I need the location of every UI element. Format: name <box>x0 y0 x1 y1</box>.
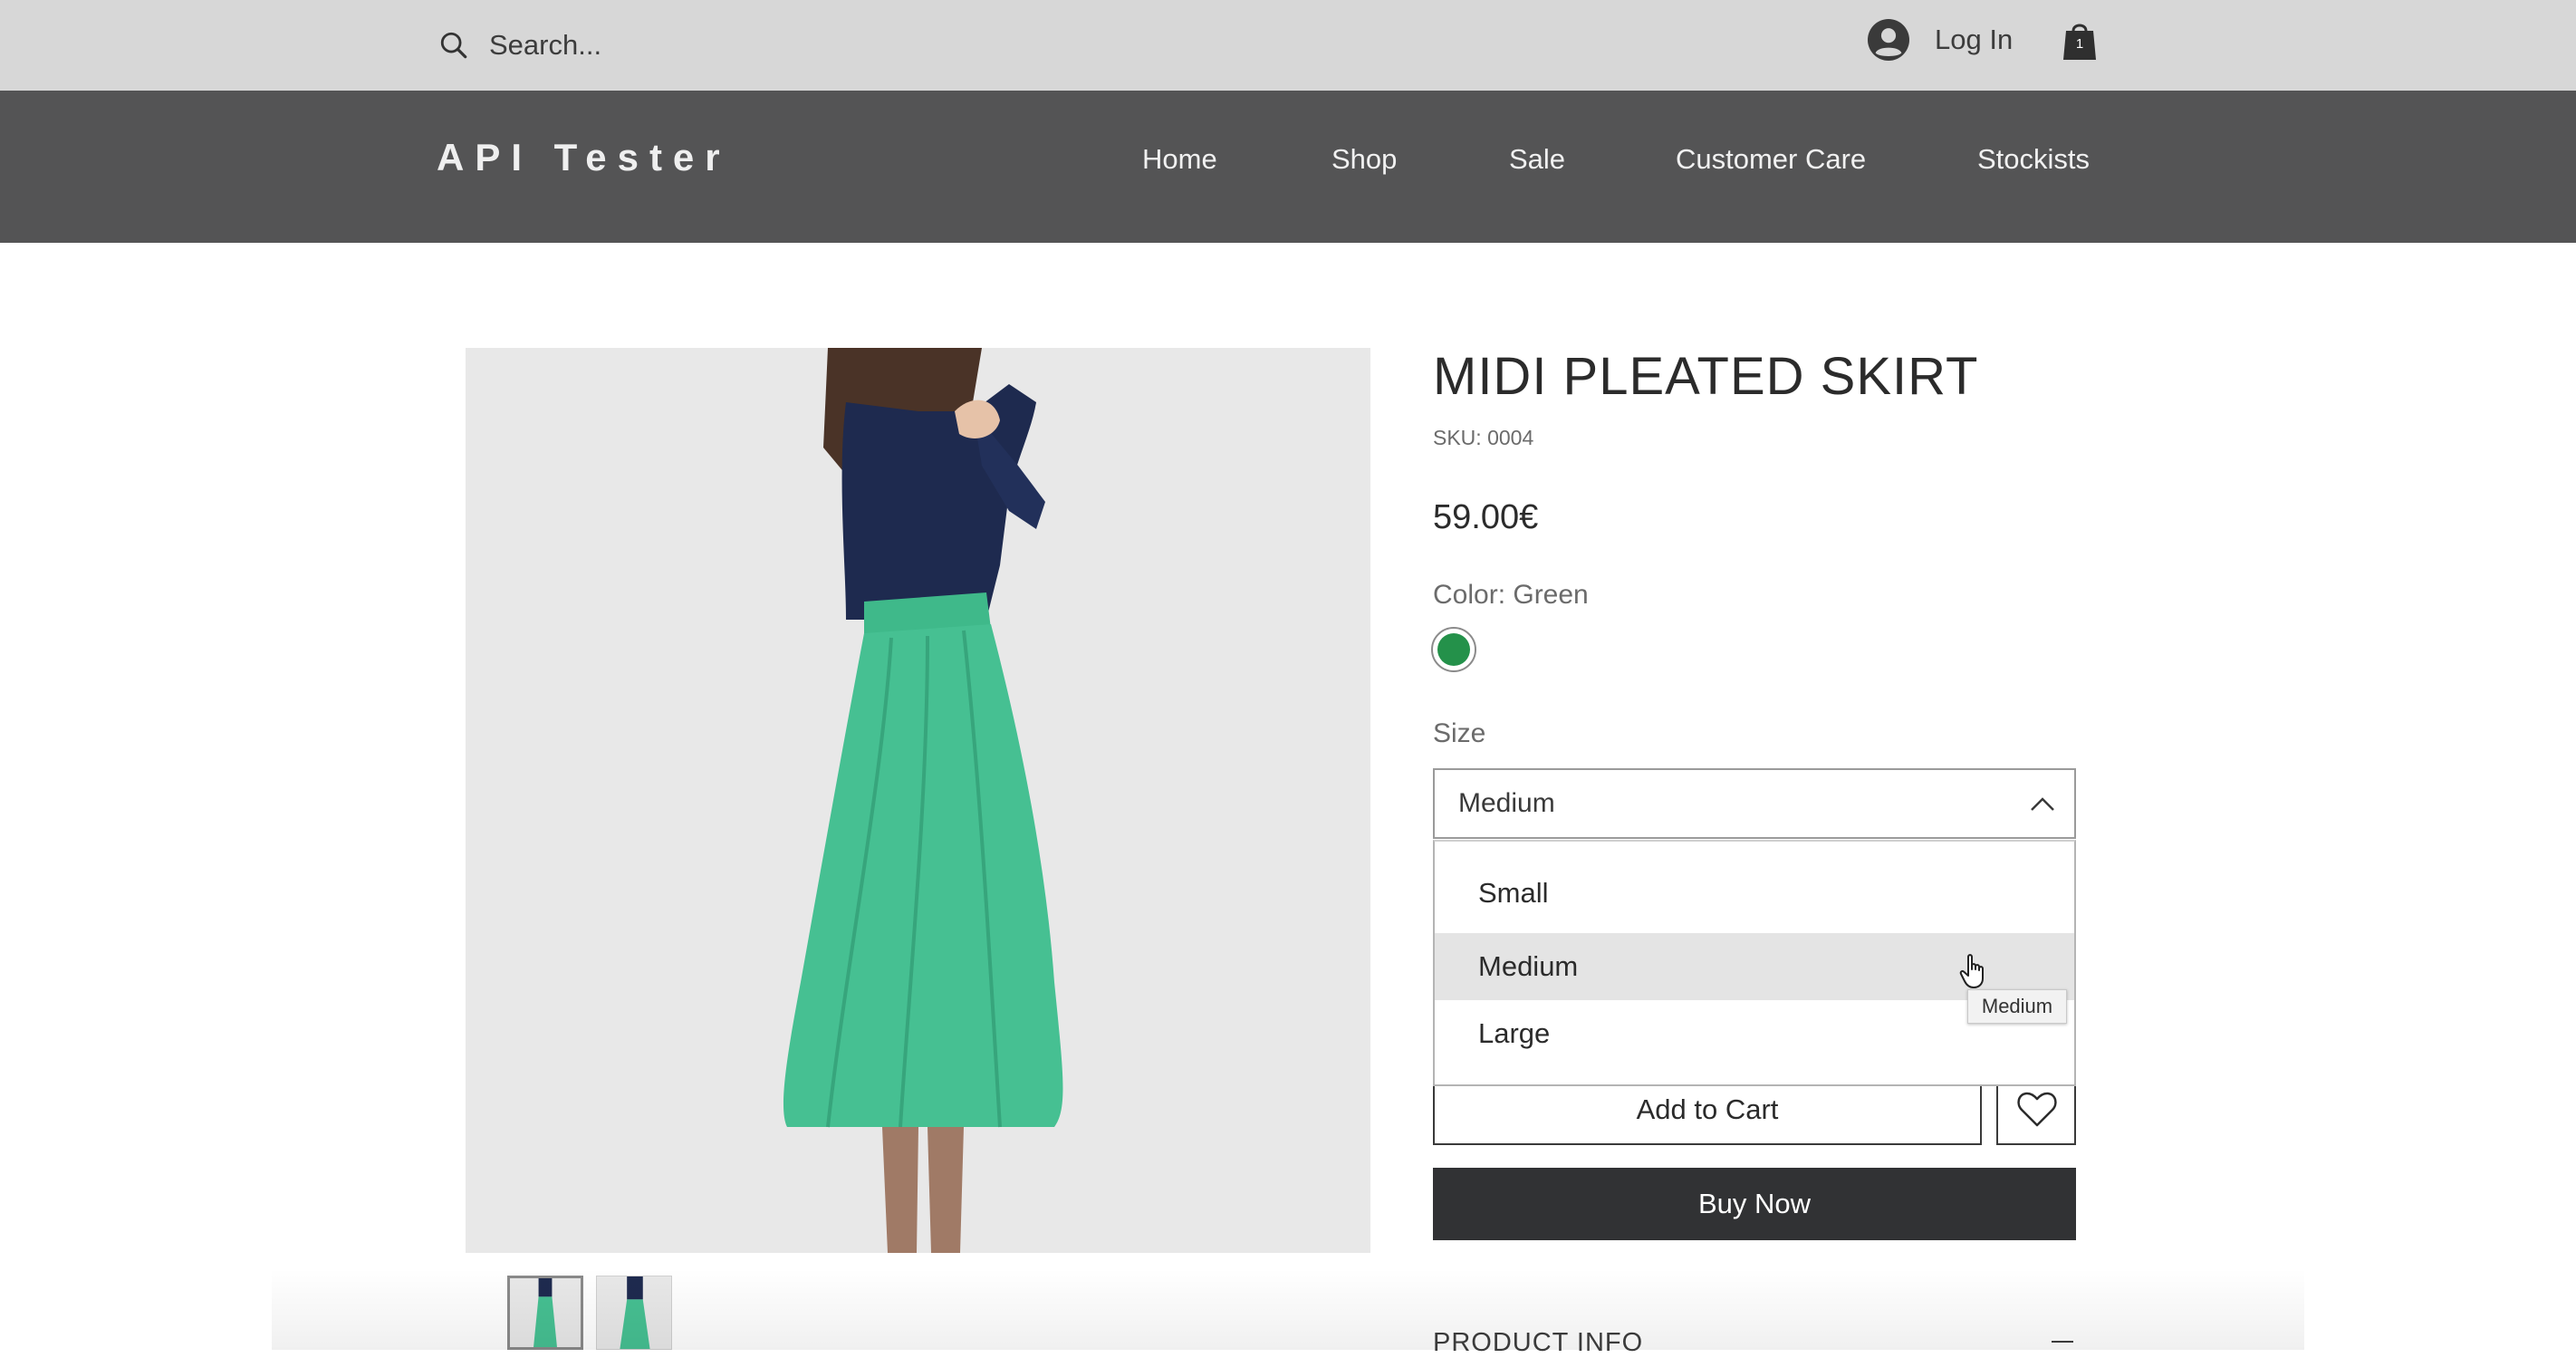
product-thumbnail-1[interactable] <box>507 1276 583 1350</box>
minus-icon[interactable] <box>2052 1341 2073 1343</box>
thumbnail-image <box>597 1276 671 1349</box>
size-option-small[interactable]: Small <box>1435 860 2074 927</box>
size-select[interactable]: Medium <box>1433 768 2076 839</box>
main-navigation: API Tester Home Shop Sale Customer Care … <box>0 91 2576 243</box>
nav-item-customer-care[interactable]: Customer Care <box>1676 143 1866 176</box>
size-label: Size <box>1433 718 1486 748</box>
wishlist-button[interactable] <box>1996 1080 2076 1145</box>
color-label: Color: Green <box>1433 580 1589 610</box>
cart-count-badge: 1 <box>2075 36 2084 52</box>
search-input[interactable]: Search... <box>489 29 601 62</box>
color-swatch-green[interactable] <box>1431 627 1476 672</box>
nav-item-home[interactable]: Home <box>1142 143 1217 176</box>
user-icon <box>1868 19 1909 61</box>
product-main-image[interactable] <box>466 348 1370 1253</box>
color-swatch-fill <box>1437 633 1470 666</box>
hand-pointer-cursor-icon <box>1959 954 1984 988</box>
search-box[interactable]: Search... <box>438 24 601 67</box>
product-info-header[interactable]: PRODUCT INFO <box>1433 1328 1643 1358</box>
buy-now-button[interactable]: Buy Now <box>1433 1168 2076 1240</box>
size-select-value: Medium <box>1458 788 1555 818</box>
site-logo[interactable]: API Tester <box>437 136 731 179</box>
chevron-up-icon <box>2031 797 2054 811</box>
tooltip: Medium <box>1967 989 2067 1024</box>
nav-item-sale[interactable]: Sale <box>1509 143 1565 176</box>
product-title: MIDI PLEATED SKIRT <box>1433 347 1979 406</box>
search-icon <box>440 32 467 59</box>
thumbnail-image <box>510 1278 581 1347</box>
heart-icon <box>2017 1092 2057 1127</box>
product-thumbnail-2[interactable] <box>596 1276 672 1350</box>
product-sku: SKU: 0004 <box>1433 426 1534 449</box>
nav-item-shop[interactable]: Shop <box>1331 143 1397 176</box>
nav-item-stockists[interactable]: Stockists <box>1977 143 2090 176</box>
top-utility-bar: Search... Log In 1 <box>0 0 2576 91</box>
product-photo <box>466 348 1370 1253</box>
login-label: Log In <box>1935 24 2014 55</box>
add-to-cart-button[interactable]: Add to Cart <box>1433 1080 1982 1145</box>
cart-button[interactable]: 1 <box>2062 18 2098 62</box>
product-price: 59.00€ <box>1433 498 1539 536</box>
login-button[interactable]: Log In <box>1868 16 2013 63</box>
